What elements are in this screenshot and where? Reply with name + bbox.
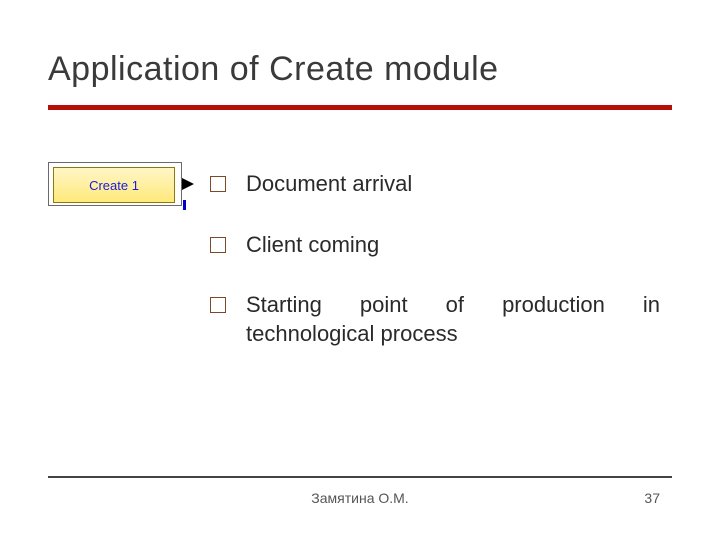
bullet-list: Document arrival Client coming Starting … bbox=[210, 170, 660, 380]
title-underline bbox=[48, 105, 672, 110]
slide: Application of Create module Create 1 Do… bbox=[0, 0, 720, 540]
create-module-label: Create 1 bbox=[89, 178, 139, 193]
arrow-icon bbox=[182, 178, 196, 192]
checkbox-icon bbox=[210, 297, 226, 313]
bullet-text: Client coming bbox=[246, 231, 660, 260]
bullet-text: Starting point of production in technolo… bbox=[246, 291, 660, 348]
create-module-inner: Create 1 bbox=[53, 167, 175, 203]
create-module-block: Create 1 bbox=[48, 162, 182, 206]
connector-tick bbox=[183, 200, 186, 210]
checkbox-icon bbox=[210, 176, 226, 192]
list-item: Document arrival bbox=[210, 170, 660, 199]
bullet-text: Document arrival bbox=[246, 170, 660, 199]
page-number: 37 bbox=[644, 490, 660, 506]
checkbox-icon bbox=[210, 237, 226, 253]
list-item: Starting point of production in technolo… bbox=[210, 291, 660, 348]
page-title: Application of Create module bbox=[48, 50, 499, 89]
list-item: Client coming bbox=[210, 231, 660, 260]
footer-author: Замятина О.М. bbox=[0, 490, 720, 506]
footer-divider bbox=[48, 476, 672, 478]
